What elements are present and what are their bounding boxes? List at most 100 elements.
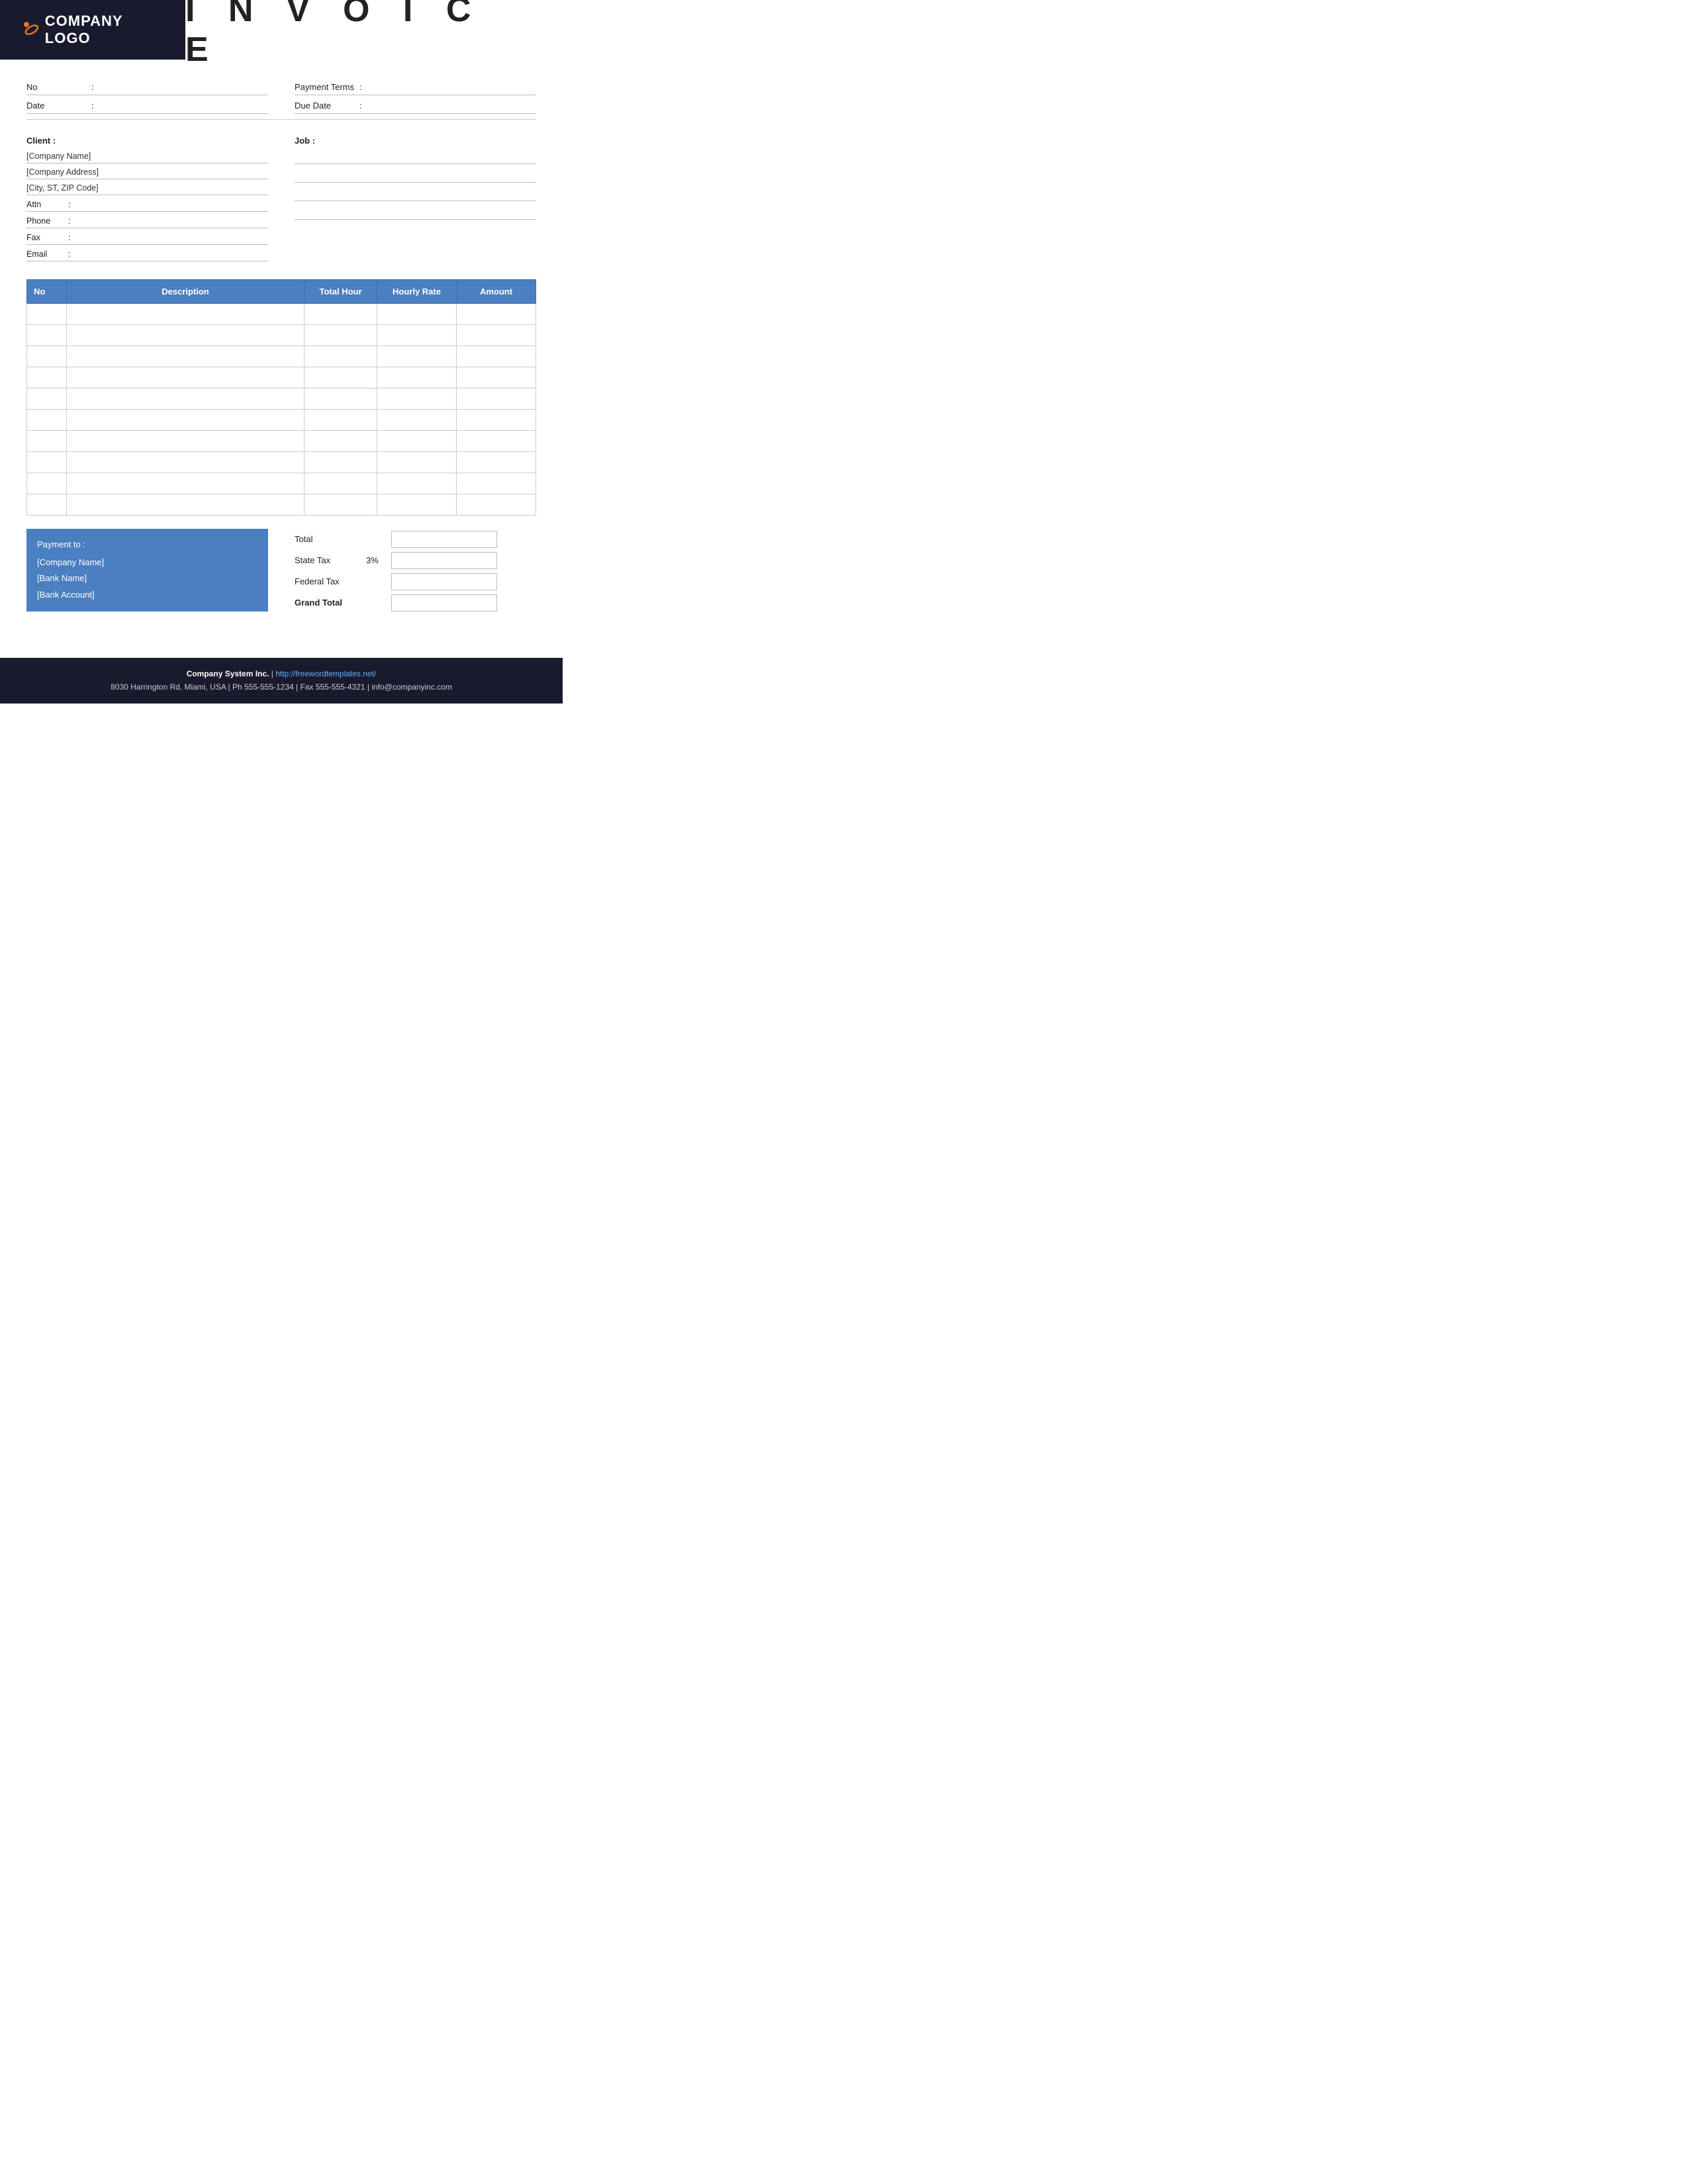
cell-amount — [457, 367, 536, 388]
cell-amount — [457, 494, 536, 516]
client-section: Client : [Company Name] [Company Address… — [26, 136, 268, 263]
footer-line1: Company System Inc. | http://freewordtem… — [13, 667, 549, 680]
cell-desc — [67, 473, 305, 494]
cell-rate — [377, 304, 457, 325]
cell-rate — [377, 325, 457, 346]
payment-terms-field-row: Payment Terms : — [295, 79, 536, 95]
table-header-row: No Description Total Hour Hourly Rate Am… — [27, 280, 536, 304]
cell-amount — [457, 452, 536, 473]
table-row — [27, 410, 536, 431]
total-row: Total — [295, 531, 536, 548]
client-company-name: [Company Name] — [26, 150, 268, 163]
federal-tax-label: Federal Tax — [295, 576, 361, 586]
grand-total-value — [391, 594, 497, 612]
logo-text: COMPANY LOGO — [45, 13, 172, 47]
cell-rate — [377, 410, 457, 431]
job-label: Job : — [295, 136, 315, 146]
table-row — [27, 431, 536, 452]
invoice-table: No Description Total Hour Hourly Rate Am… — [26, 279, 536, 516]
cell-hours — [305, 473, 377, 494]
cell-hours — [305, 431, 377, 452]
job-header: Job : — [295, 136, 536, 146]
job-section: Job : — [295, 136, 536, 263]
page-footer: Company System Inc. | http://freewordtem… — [0, 658, 563, 704]
cell-no — [27, 494, 67, 516]
cell-no — [27, 388, 67, 410]
cell-desc — [67, 494, 305, 516]
date-colon: : — [91, 101, 94, 111]
payment-box: Payment to : [Company Name] [Bank Name] … — [26, 529, 268, 612]
client-city: [City, ST, ZIP Code] — [26, 181, 268, 195]
cell-rate — [377, 494, 457, 516]
cell-desc — [67, 452, 305, 473]
cell-amount — [457, 346, 536, 367]
cell-desc — [67, 388, 305, 410]
company-logo: COMPANY LOGO — [13, 13, 172, 47]
client-attn-row: Attn : — [26, 197, 268, 212]
job-line-3 — [295, 187, 536, 201]
footer-website-link[interactable]: http://freewordtemplates.net/ — [275, 669, 376, 678]
cell-desc — [67, 346, 305, 367]
state-tax-label: State Tax — [295, 555, 361, 565]
footer-line2: 8030 Harrington Rd, Miami, USA | Ph 555-… — [13, 680, 549, 694]
table-row — [27, 494, 536, 516]
table-body — [27, 304, 536, 516]
cell-hours — [305, 367, 377, 388]
invoice-title-section: I N V O I C E — [185, 0, 563, 60]
cell-desc — [67, 367, 305, 388]
col-total-hour: Total Hour — [305, 280, 377, 304]
table-row — [27, 473, 536, 494]
cell-amount — [457, 431, 536, 452]
client-header: Client : — [26, 136, 268, 146]
cell-hours — [305, 494, 377, 516]
logo-section: COMPANY LOGO — [0, 0, 185, 60]
cell-no — [27, 431, 67, 452]
state-tax-pct: 3% — [366, 555, 386, 565]
fax-colon: : — [68, 232, 71, 242]
client-email-row: Email : — [26, 247, 268, 261]
total-label: Total — [295, 534, 361, 544]
cell-amount — [457, 325, 536, 346]
cell-no — [27, 473, 67, 494]
grand-total-row: Grand Total — [295, 594, 536, 612]
totals-box: Total State Tax 3% Federal Tax Grand Tot… — [295, 529, 536, 612]
cell-rate — [377, 388, 457, 410]
cell-rate — [377, 367, 457, 388]
cell-rate — [377, 452, 457, 473]
state-tax-value — [391, 552, 497, 569]
date-field-row: Date : — [26, 98, 268, 114]
phone-label: Phone — [26, 216, 63, 226]
payment-terms-label: Payment Terms — [295, 82, 354, 92]
total-value — [391, 531, 497, 548]
cell-hours — [305, 346, 377, 367]
table-row — [27, 452, 536, 473]
state-tax-row: State Tax 3% — [295, 552, 536, 569]
cell-no — [27, 346, 67, 367]
cell-no — [27, 452, 67, 473]
email-colon: : — [68, 249, 71, 259]
client-company-address: [Company Address] — [26, 165, 268, 179]
table-row — [27, 367, 536, 388]
client-fax-row: Fax : — [26, 230, 268, 245]
date-label: Date — [26, 101, 86, 111]
cell-amount — [457, 410, 536, 431]
cell-desc — [67, 410, 305, 431]
logo-icon — [13, 17, 40, 43]
grand-total-label: Grand Total — [295, 598, 361, 608]
client-label: Client : — [26, 136, 56, 146]
attn-label: Attn — [26, 200, 63, 209]
due-date-field-row: Due Date : — [295, 98, 536, 114]
cell-hours — [305, 410, 377, 431]
cell-amount — [457, 304, 536, 325]
cell-desc — [67, 304, 305, 325]
main-content: No : Payment Terms : Date : Due Date : C… — [0, 60, 563, 645]
payment-company-name: [Company Name] — [37, 555, 258, 571]
cell-hours — [305, 304, 377, 325]
cell-rate — [377, 346, 457, 367]
cell-desc — [67, 325, 305, 346]
table-row — [27, 346, 536, 367]
phone-colon: : — [68, 216, 71, 226]
cell-hours — [305, 452, 377, 473]
client-phone-row: Phone : — [26, 214, 268, 228]
due-date-label: Due Date — [295, 101, 354, 111]
